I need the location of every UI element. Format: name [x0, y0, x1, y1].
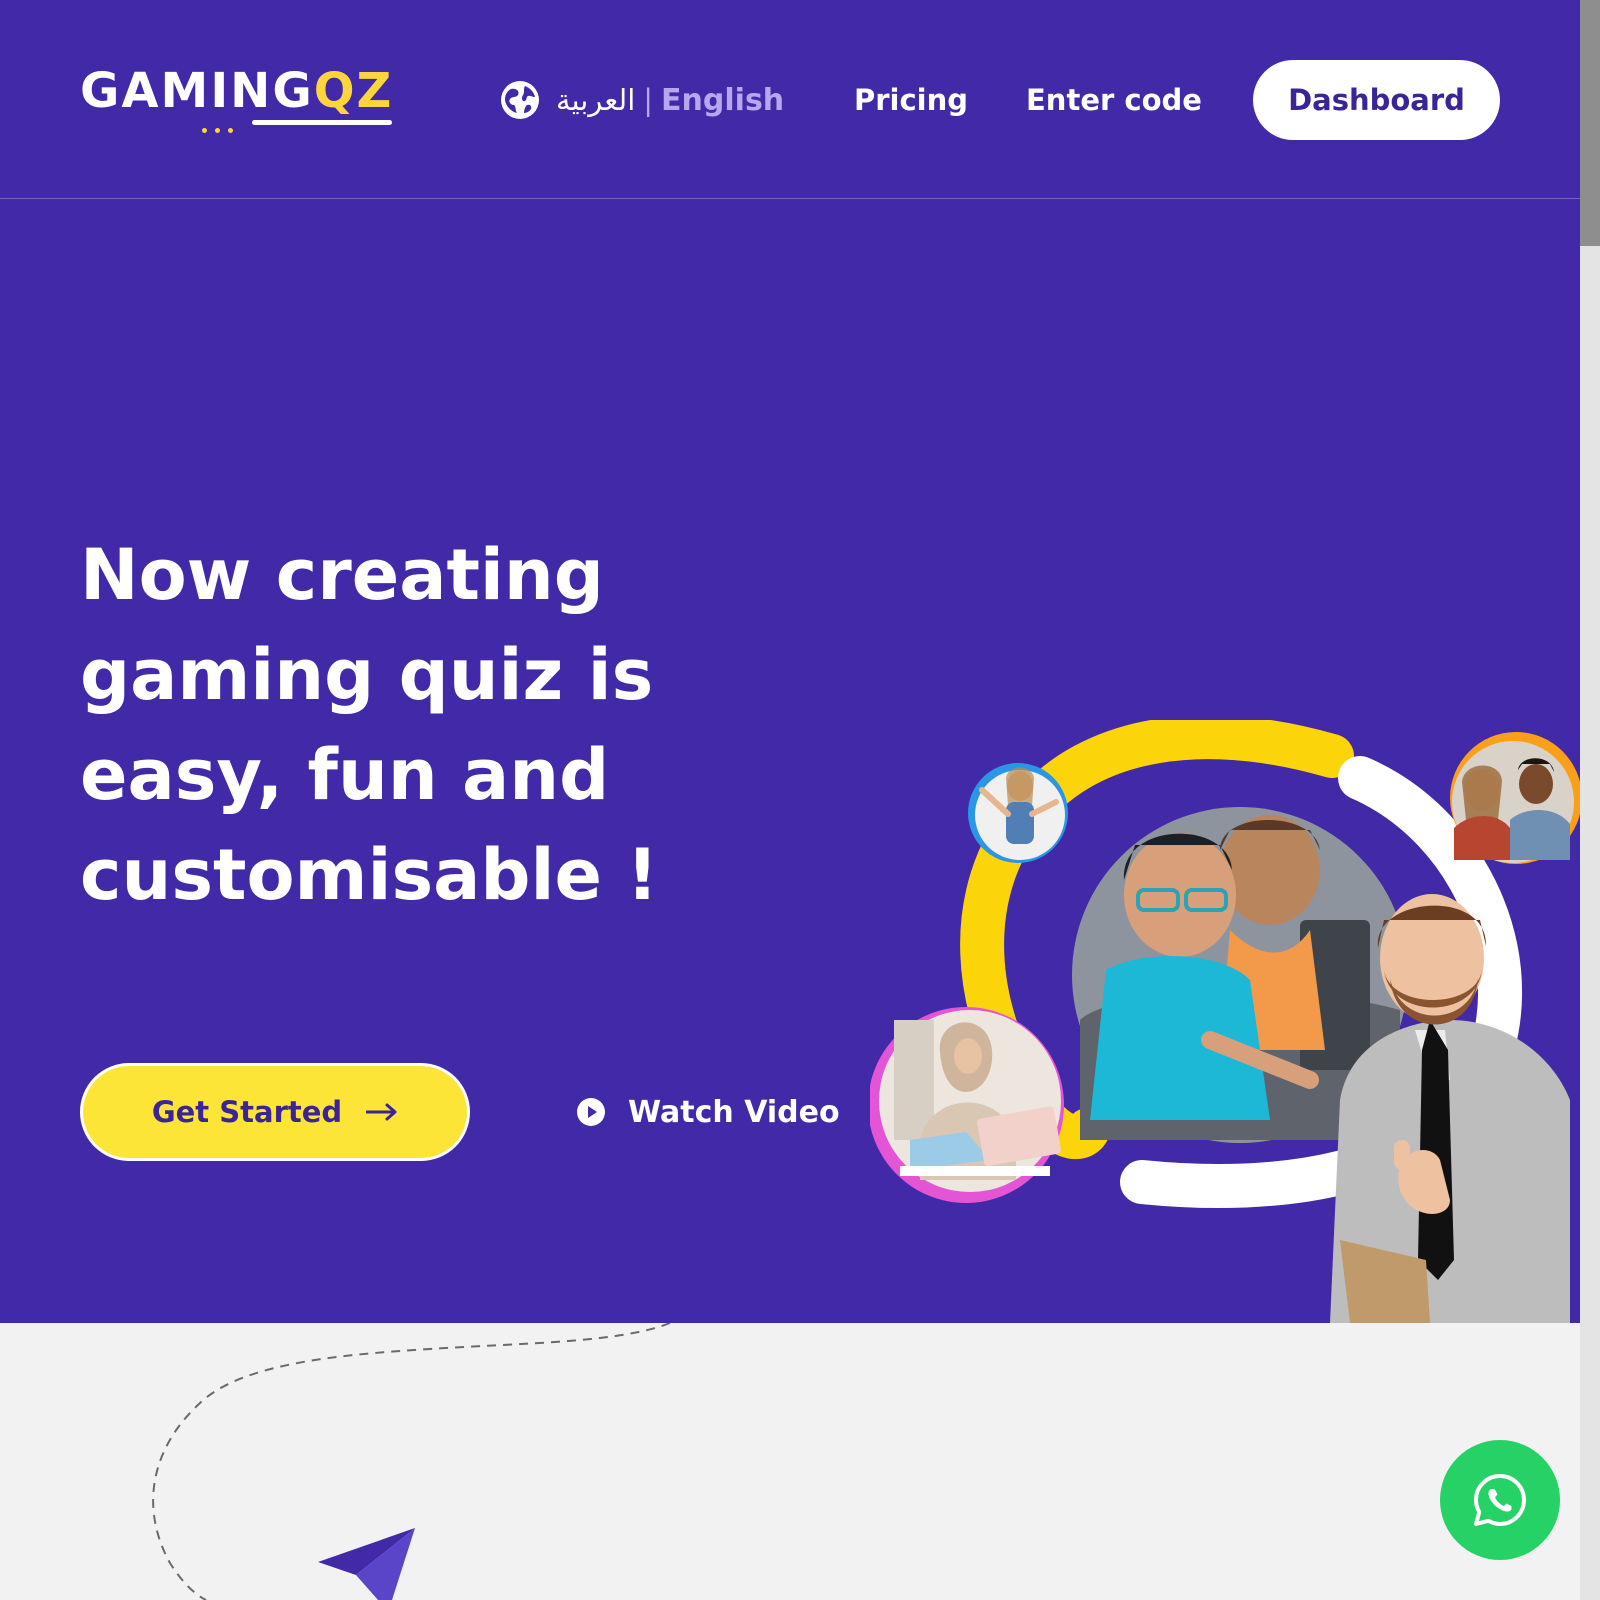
- nav-enter-code-link[interactable]: Enter code: [1026, 78, 1202, 122]
- logo-wordmark: GAMINGQZ: [80, 63, 394, 119]
- get-started-button[interactable]: Get Started: [80, 1063, 470, 1161]
- couple-photo: [1450, 732, 1580, 864]
- paper-plane-icon: [318, 1528, 415, 1600]
- logo[interactable]: GAMINGQZ: [80, 62, 400, 134]
- language-separator: |: [643, 83, 654, 117]
- hero-illustration: [870, 720, 1580, 1323]
- language-option-english[interactable]: English: [661, 83, 784, 118]
- language-option-arabic[interactable]: العربية: [556, 83, 635, 117]
- dashboard-button[interactable]: Dashboard: [1253, 60, 1500, 140]
- watch-video-label: Watch Video: [628, 1094, 840, 1130]
- logo-underline: [252, 120, 392, 125]
- hero-section: GAMINGQZ العربية | English Pricing Enter…: [0, 0, 1580, 1323]
- site-header: GAMINGQZ العربية | English Pricing Enter…: [0, 0, 1580, 199]
- play-icon: [577, 1098, 605, 1126]
- girl-thumbs-up-photo: [968, 763, 1068, 863]
- nav-pricing-link[interactable]: Pricing: [854, 78, 968, 122]
- get-started-label: Get Started: [151, 1095, 343, 1129]
- arrow-right-icon: [366, 1103, 397, 1121]
- decorative-flight-path: [152, 1323, 671, 1600]
- whatsapp-icon: [1474, 1474, 1526, 1526]
- whatsapp-button[interactable]: [1440, 1440, 1560, 1560]
- hero-headline: Now creating gaming quiz is easy, fun an…: [80, 534, 659, 916]
- logo-dots: [202, 118, 246, 133]
- globe-icon: [501, 81, 539, 119]
- landing-page: GAMINGQZ العربية | English Pricing Enter…: [0, 0, 1580, 1600]
- woman-laptop-photo: [870, 1007, 1064, 1203]
- watch-video-button[interactable]: Watch Video: [576, 1090, 840, 1134]
- scrollbar-thumb[interactable]: [1580, 0, 1600, 246]
- language-switcher[interactable]: العربية | English: [500, 78, 784, 122]
